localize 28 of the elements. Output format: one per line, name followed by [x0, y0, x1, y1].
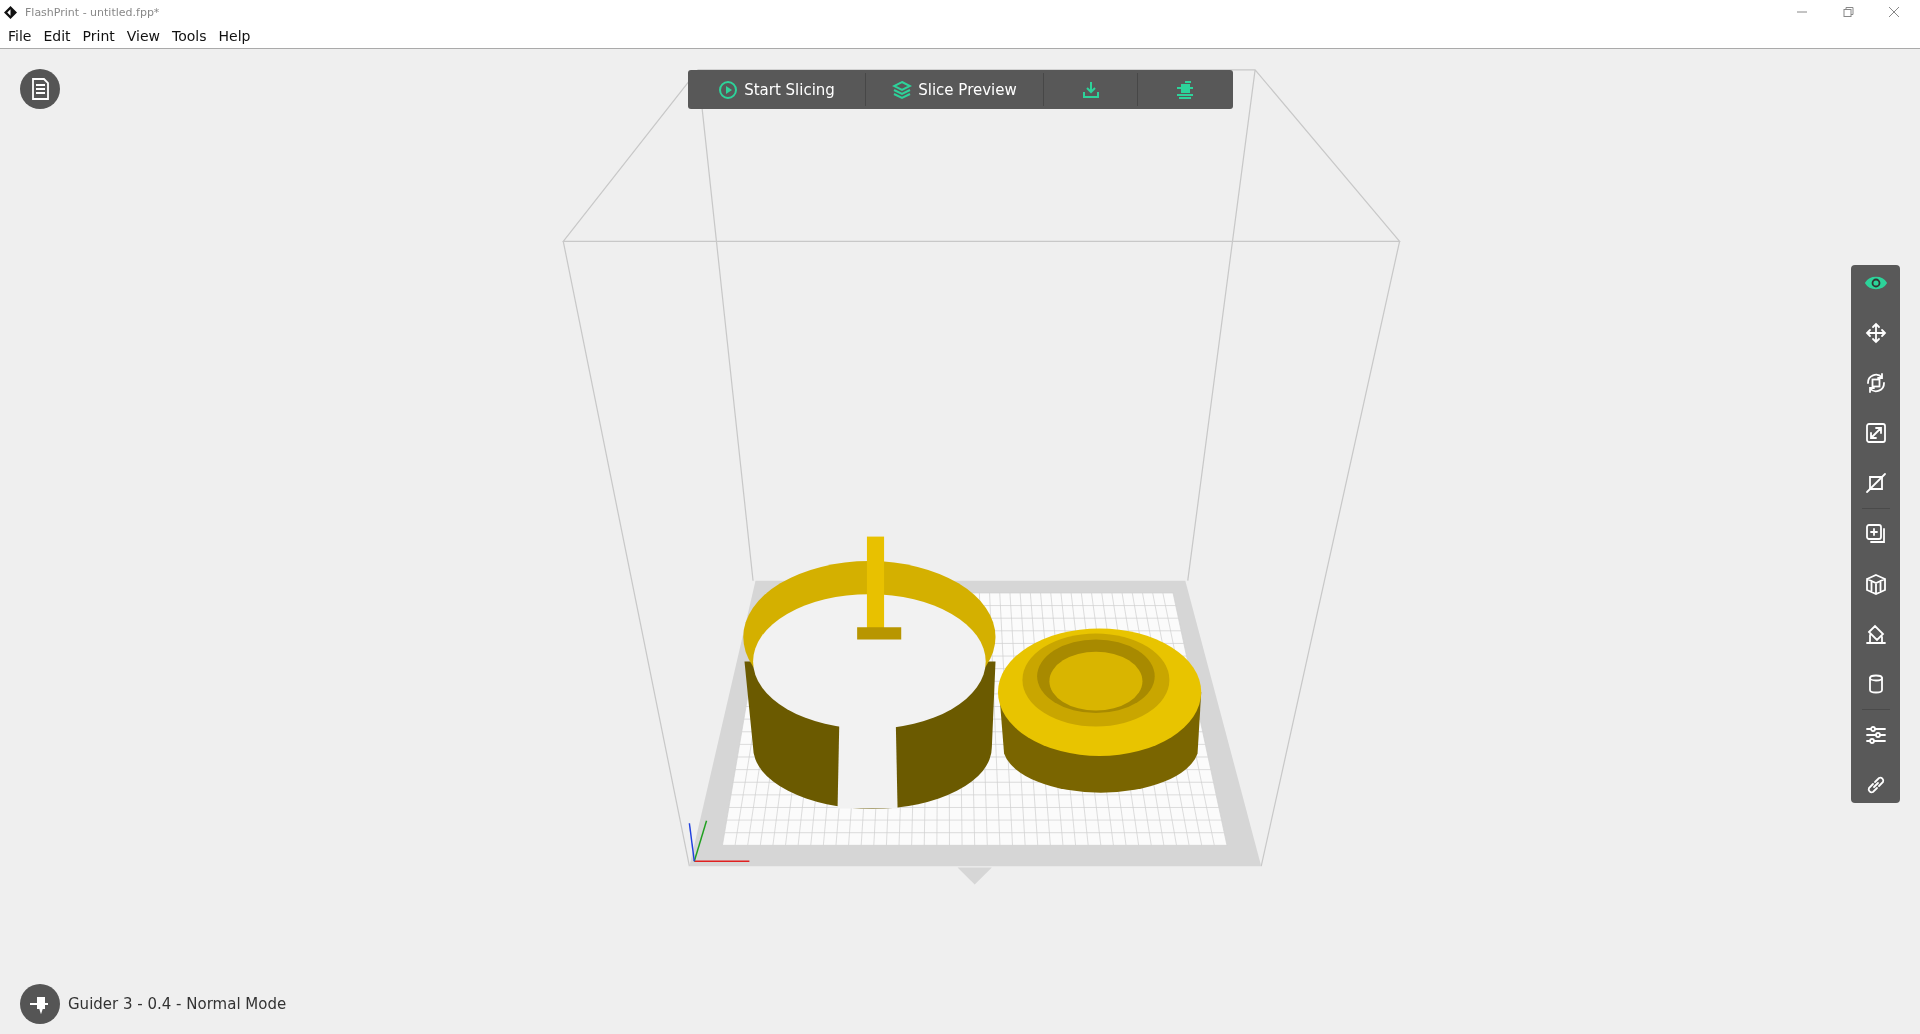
cut-tool-icon[interactable]	[1863, 471, 1888, 495]
menu-item[interactable]: File	[2, 26, 38, 46]
toolbar-button[interactable]: Start Slicing	[688, 70, 865, 109]
play-icon	[718, 79, 739, 100]
close-icon[interactable]	[1888, 6, 1900, 18]
app-logo-icon	[4, 5, 17, 19]
bed-notch	[957, 867, 992, 885]
menu-item[interactable]: View	[120, 26, 166, 46]
menu-item[interactable]: Help	[212, 26, 257, 46]
printer-nozzle-icon[interactable]	[20, 984, 60, 1024]
layers-icon	[892, 79, 913, 100]
axis-drawing	[688, 820, 751, 862]
duplicate-tool-icon[interactable]	[1863, 522, 1888, 546]
move-tool-icon[interactable]	[1863, 321, 1888, 345]
printer-nozzle-icon	[1174, 79, 1195, 100]
layflat-tool-icon[interactable]	[1863, 622, 1888, 646]
menu-item[interactable]: Edit	[37, 26, 77, 46]
scale-tool-icon[interactable]	[1863, 421, 1888, 445]
restore-icon[interactable]	[1842, 6, 1854, 18]
document-icon[interactable]	[20, 69, 60, 109]
supports-tool-icon[interactable]	[1863, 572, 1888, 596]
printer-profile-label: Guider 3 - 0.4 - Normal Mode	[68, 995, 287, 1013]
window-title: FlashPrint - untitled.fpp*	[25, 5, 160, 19]
menu-item[interactable]: Tools	[166, 26, 213, 46]
download-icon	[1080, 79, 1101, 100]
menu-item[interactable]: Print	[76, 26, 121, 46]
settings-tool-icon[interactable]	[1863, 723, 1888, 747]
toolbar-button[interactable]: Slice Preview	[866, 70, 1043, 109]
